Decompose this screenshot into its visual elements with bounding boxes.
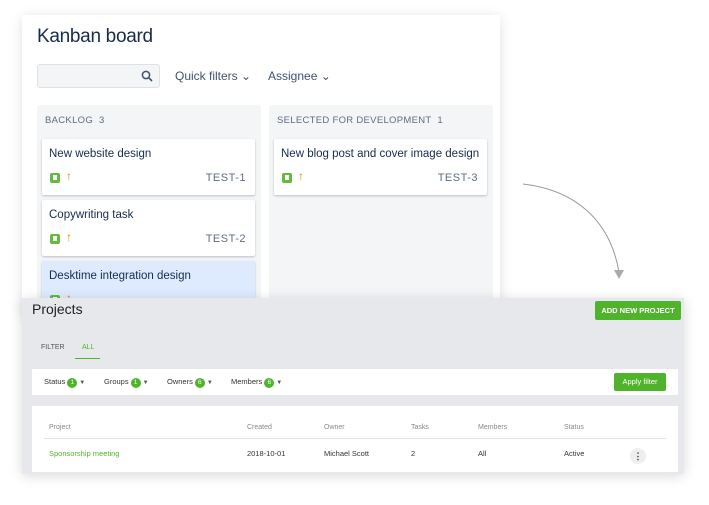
count-badge: 6 — [264, 378, 275, 388]
column-header: Project — [49, 424, 71, 431]
more-options-icon[interactable]: ⋮ — [630, 448, 646, 464]
projects-table: Project Created Owner Tasks Members Stat… — [32, 406, 678, 472]
column-header: Status — [564, 424, 584, 431]
tasks-cell: 2 — [411, 449, 416, 458]
add-new-project-button[interactable]: ADD NEW PROJECT — [595, 301, 681, 320]
caret-down-icon: ▼ — [79, 380, 86, 386]
column-header: Tasks — [411, 424, 429, 431]
tab-filter[interactable]: FILTER — [41, 344, 65, 351]
status-filter[interactable]: Status 1 ▼ — [44, 377, 85, 388]
project-link[interactable]: Sponsorship meeting — [49, 449, 119, 458]
filter-bar: Status 1 ▼ Groups 1 ▼ Owners 6 ▼ Members 6 ▼ App… — [32, 369, 678, 395]
count-badge: 1 — [130, 378, 141, 388]
caret-down-icon: ▼ — [276, 380, 283, 386]
groups-filter[interactable]: Groups 1 ▼ — [104, 377, 149, 388]
members-cell: All — [478, 449, 487, 458]
caret-down-icon: ▼ — [206, 380, 213, 386]
divider — [44, 438, 666, 439]
members-filter[interactable]: Members 6 ▼ — [231, 377, 282, 388]
column-header: Owner — [324, 424, 345, 431]
owners-filter[interactable]: Owners 6 ▼ — [167, 377, 213, 388]
apply-filter-button[interactable]: Apply filter — [614, 373, 666, 391]
count-badge: 6 — [194, 378, 205, 388]
projects-title: Projects — [32, 301, 83, 317]
owner-cell: Michael Scott — [324, 449, 370, 458]
tab-all[interactable]: ALL — [75, 344, 100, 359]
count-badge: 1 — [67, 378, 78, 388]
projects-panel: Projects ADD NEW PROJECT FILTER ALL Stat… — [22, 298, 684, 474]
status-cell: Active — [564, 449, 585, 458]
created-cell: 2018-10-01 — [247, 449, 286, 458]
caret-down-icon: ▼ — [142, 380, 149, 386]
column-header: Created — [247, 424, 272, 431]
column-header: Members — [478, 424, 508, 431]
